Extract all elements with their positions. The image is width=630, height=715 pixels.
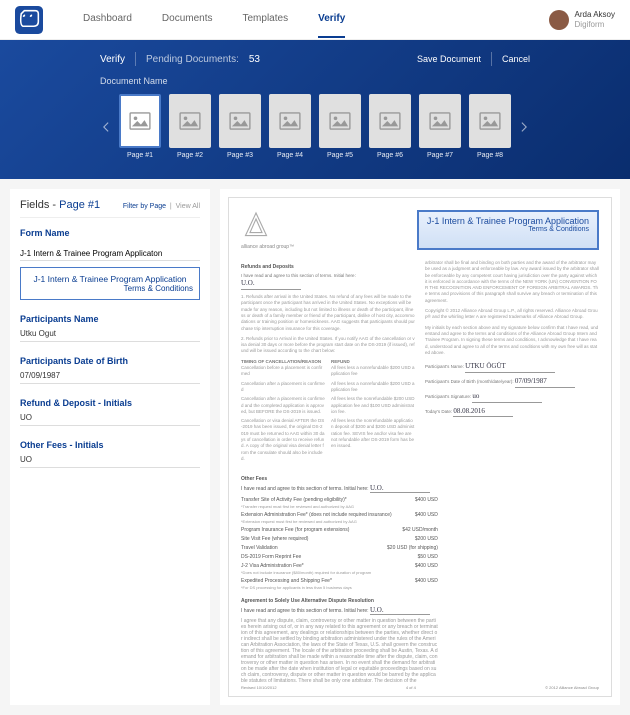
avatar	[549, 10, 569, 30]
doc-signature: uo	[472, 392, 542, 403]
field-label: Participants Date of Birth	[20, 356, 200, 366]
doc-company-logo	[241, 210, 271, 240]
participant-name-value[interactable]: Utku Ogut	[20, 329, 200, 342]
top-nav-list: Dashboard Documents Templates Verify	[83, 1, 549, 38]
doc-footer-page: 4 of 4	[406, 685, 416, 690]
page-thumbnail[interactable]	[119, 94, 161, 148]
fields-title: Fields - Page #1	[20, 199, 100, 211]
page-thumbnail[interactable]	[419, 94, 461, 148]
refunds-initial-hand: U.O.	[241, 279, 301, 290]
user-org: Digiform	[575, 20, 615, 30]
doc-date: 08.08.2016	[453, 407, 513, 418]
page-thumbnail[interactable]	[469, 94, 511, 148]
app-logo	[15, 6, 43, 34]
field-label: Refund & Deposit - Initials	[20, 398, 200, 408]
save-button[interactable]: Save Document	[417, 54, 481, 64]
field-label: Form Name	[20, 228, 200, 238]
chevron-left-icon[interactable]	[100, 120, 113, 134]
nav-templates[interactable]: Templates	[243, 1, 289, 38]
dispute-initial-hand: U.O.	[370, 606, 430, 615]
page-title: Verify	[100, 54, 125, 65]
matched-field-highlight[interactable]: J-1 Intern & Trainee Program Application…	[20, 267, 200, 300]
field-label: Participants Name	[20, 314, 200, 324]
refund-initials-value[interactable]: UO	[20, 413, 200, 426]
nav-verify[interactable]: Verify	[318, 1, 345, 38]
pending-count: 53	[249, 54, 260, 65]
page-thumbnail[interactable]	[319, 94, 361, 148]
form-name-input[interactable]	[20, 247, 200, 261]
page-thumbnail[interactable]	[219, 94, 261, 148]
thumb-label: Page #7	[427, 152, 453, 159]
document-name-label: Document Name	[100, 76, 530, 86]
field-label: Other Fees - Initials	[20, 440, 200, 450]
pending-label: Pending Documents:	[146, 54, 239, 65]
participant-dob-value[interactable]: 07/09/1987	[20, 371, 200, 384]
thumb-label: Page #5	[327, 152, 353, 159]
chevron-right-icon[interactable]	[517, 120, 530, 134]
view-all-link[interactable]: View All	[176, 203, 200, 210]
thumb-label: Page #6	[377, 152, 403, 159]
page-thumbnail[interactable]	[269, 94, 311, 148]
doc-dob: 07/09/1987	[515, 377, 575, 388]
doc-title-box: J-1 Intern & Trainee Program Application…	[417, 210, 599, 250]
nav-documents[interactable]: Documents	[162, 1, 213, 38]
thumb-label: Page #1	[127, 152, 153, 159]
doc-footer-copyright: © 2012 Alliance Abroad Group	[545, 685, 599, 690]
nav-dashboard[interactable]: Dashboard	[83, 1, 132, 38]
page-thumbnail[interactable]	[369, 94, 411, 148]
cancel-button[interactable]: Cancel	[502, 54, 530, 64]
document-page[interactable]: alliance abroad group™ J-1 Intern & Trai…	[228, 197, 612, 697]
document-viewer: alliance abroad group™ J-1 Intern & Trai…	[220, 189, 620, 705]
user-name: Arda Aksoy	[575, 10, 615, 20]
page-thumbnail[interactable]	[169, 94, 211, 148]
doc-participant-name: UTKU ÖGÜT	[465, 362, 555, 373]
thumb-label: Page #3	[227, 152, 253, 159]
fields-panel: Fields - Page #1 Filter by Page | View A…	[10, 189, 210, 705]
user-menu[interactable]: Arda Aksoy Digiform	[549, 10, 615, 30]
other-fees-initial-hand: U.O.	[370, 484, 430, 493]
doc-footer-revised: Revised 10/10/2012	[241, 685, 277, 690]
other-fees-initials-value[interactable]: UO	[20, 455, 200, 468]
filter-by-page-link[interactable]: Filter by Page	[123, 203, 166, 210]
thumb-label: Page #2	[177, 152, 203, 159]
divider	[491, 52, 492, 66]
thumb-label: Page #8	[477, 152, 503, 159]
page-thumbnails: Page #1 Page #2 Page #3 Page #4 Page #5 Page …	[119, 94, 511, 159]
thumb-label: Page #4	[277, 152, 303, 159]
divider	[135, 52, 136, 66]
